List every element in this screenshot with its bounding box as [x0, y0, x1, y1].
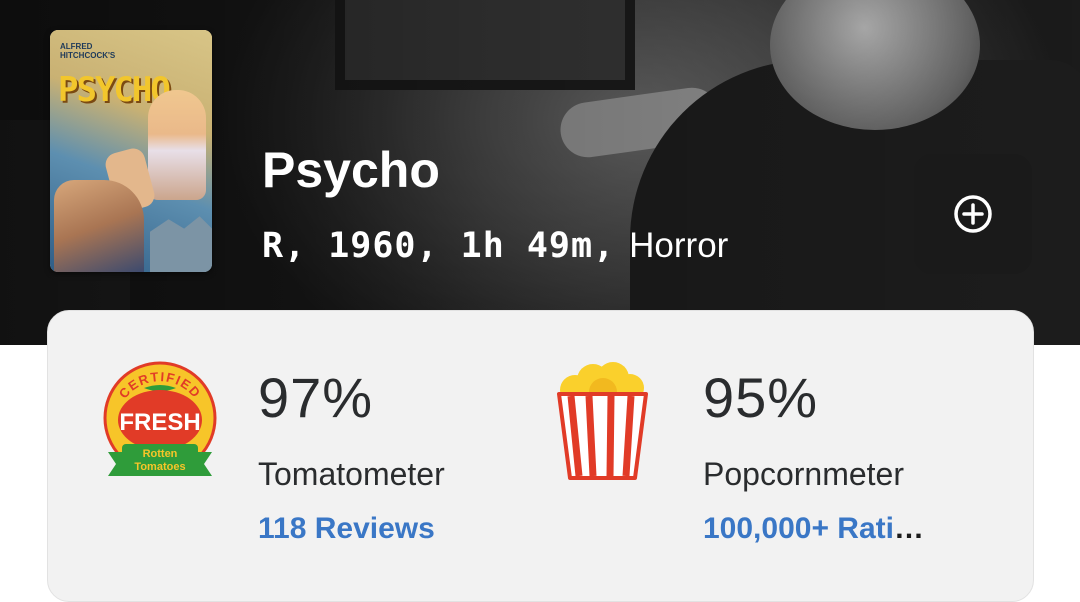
poster-director-credit: Alfred Hitchcock's — [60, 42, 116, 60]
certified-fresh-icon: CERTIFIED FRESH Rotten Tomatoes — [103, 361, 217, 476]
movie-genre: Horror — [629, 226, 729, 265]
badge-fresh-text: FRESH — [119, 409, 200, 436]
poster-figure-man — [54, 180, 144, 272]
ellipsis: … — [893, 512, 924, 545]
badge-brand-line2: Tomatoes — [134, 461, 185, 473]
tomatometer-score: 97% — [258, 366, 374, 429]
movie-poster[interactable]: Alfred Hitchcock's PSYCHO — [50, 30, 212, 272]
popcornmeter-ratings-link[interactable]: 100,000+ Rati… — [703, 510, 924, 548]
movie-meta: R, 1960, 1h 49m, Horror — [262, 224, 728, 268]
movie-rating-year-runtime: R, 1960, 1h 49m, — [262, 226, 616, 266]
tomatometer-label: Tomatometer — [258, 456, 445, 492]
tomatometer-reviews-link[interactable]: 118 Reviews — [258, 510, 435, 548]
popcornmeter-score: 95% — [703, 366, 819, 429]
badge-brand-line1: Rotten — [143, 448, 178, 460]
popcorn-bucket-icon — [557, 362, 648, 480]
poster-figure-woman — [148, 90, 206, 200]
plus-circle-icon — [954, 195, 992, 233]
popcornmeter-ratings-text: 100,000+ Rati — [703, 512, 894, 545]
add-to-watchlist-button[interactable] — [914, 154, 1032, 274]
popcornmeter-label: Popcornmeter — [703, 456, 904, 492]
movie-title: Psycho — [262, 142, 440, 198]
